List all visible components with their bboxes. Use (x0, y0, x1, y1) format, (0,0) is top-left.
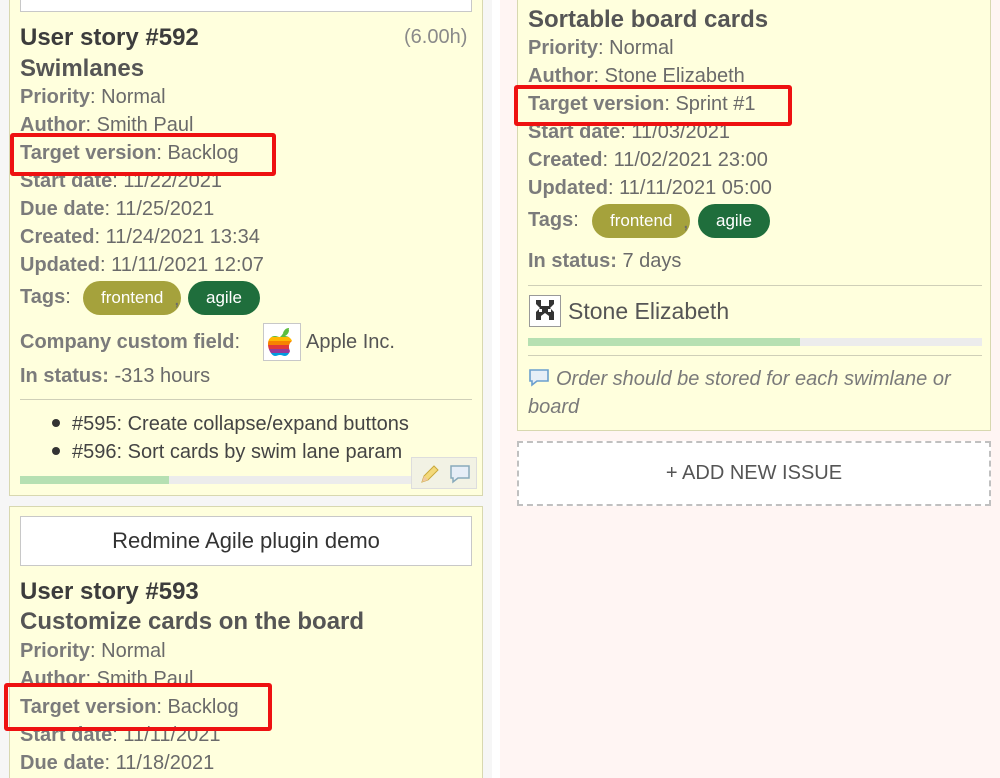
tag-frontend[interactable]: frontend (83, 281, 182, 315)
card-actions (411, 457, 477, 489)
tag-frontend[interactable]: frontend (592, 204, 691, 238)
avatar[interactable] (529, 295, 561, 327)
add-new-issue-button[interactable]: + ADD NEW ISSUE (517, 441, 991, 506)
progress-bar (528, 338, 982, 346)
tag-agile[interactable]: agile (698, 204, 770, 238)
field-updated: Updated: 11/11/2021 12:07 (20, 254, 264, 276)
tag-separator: , (683, 211, 689, 233)
field-updated: Updated: 11/11/2021 05:00 (528, 177, 772, 199)
comment-icon[interactable] (448, 462, 472, 486)
divider (528, 285, 982, 286)
card-subject[interactable]: Sortable board cards (528, 5, 768, 35)
card-title[interactable]: User story #592 (20, 23, 199, 53)
subtask-item[interactable]: #596: Sort cards by swim lane param (52, 438, 409, 466)
project-box (20, 0, 472, 12)
highlight-target-version (10, 133, 276, 176)
tag-separator: , (174, 288, 180, 310)
company-value: Apple Inc. (306, 331, 395, 353)
field-priority: Priority: Normal (20, 86, 166, 108)
field-in-status: In status: 7 days (528, 250, 682, 272)
field-created: Created: 11/02/2021 23:00 (528, 149, 768, 171)
field-due-date: Due date: 11/25/2021 (20, 198, 215, 220)
comment-icon (529, 369, 549, 387)
last-comment: Order should be stored for each swimlane… (528, 368, 951, 418)
edit-pencil-icon[interactable] (418, 462, 442, 486)
divider (528, 355, 982, 356)
highlight-target-version (4, 683, 272, 731)
field-priority: Priority: Normal (20, 640, 166, 662)
field-due-date: Due date: 11/18/2021 (20, 752, 215, 774)
apple-logo-icon (263, 323, 301, 361)
tag-agile[interactable]: agile (188, 281, 260, 315)
estimated-hours: (6.00h) (404, 26, 468, 48)
card-title[interactable]: User story #593 (20, 577, 199, 607)
card-subject[interactable]: Customize cards on the board (20, 607, 364, 637)
divider (20, 399, 472, 400)
progress-bar (20, 476, 472, 484)
subtask-list: #595: Create collapse/expand buttons #59… (52, 410, 409, 466)
field-company: Company custom field: (20, 331, 241, 353)
field-in-status: In status: -313 hours (20, 365, 211, 387)
highlight-target-version (514, 85, 792, 126)
project-name[interactable]: Redmine Agile plugin demo (20, 516, 472, 566)
field-tags: Tags: (528, 209, 579, 231)
field-created: Created: 11/24/2021 13:34 (20, 226, 260, 248)
assignee-name[interactable]: Stone Elizabeth (568, 296, 729, 326)
field-tags: Tags: (20, 286, 71, 308)
card-subject[interactable]: Swimlanes (20, 54, 144, 84)
field-priority: Priority: Normal (528, 37, 674, 59)
subtask-item[interactable]: #595: Create collapse/expand buttons (52, 410, 409, 438)
